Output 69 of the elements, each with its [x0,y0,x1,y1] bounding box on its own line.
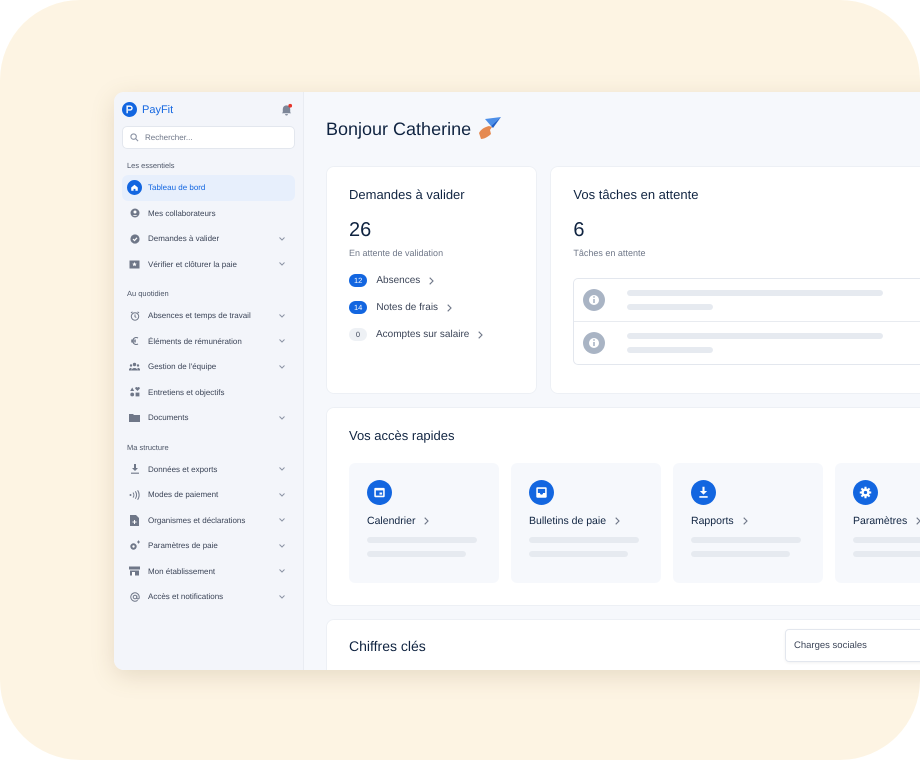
quick-access-tile[interactable]: Bulletins de paie [511,463,661,583]
request-count: 26 [349,219,372,242]
check-badge-icon [130,234,140,244]
nav-item[interactable]: Modes de paiement [122,482,295,508]
quick-access-tile[interactable]: Paramètres [835,463,920,583]
ticket-icon [129,260,140,269]
nav-item[interactable]: Tableau de bord [122,175,295,200]
tile-label: Bulletins de paie [529,515,606,527]
search-field[interactable]: Rechercher... [122,126,295,149]
tile-label: Calendrier [367,515,416,527]
request-link[interactable]: Acomptes sur salaire [376,329,470,340]
gear-icon [128,540,140,552]
nav-item[interactable]: Mes collaborateurs [122,200,295,226]
hand-with-paper-plane-icon [477,117,504,141]
home-icon [127,180,142,196]
shapes-icon [130,387,140,398]
select-field[interactable]: Charges sociales [785,629,920,662]
request-link[interactable]: Notes de frais [376,302,438,313]
at-sign-icon [130,592,140,602]
nav-item[interactable]: Absences et temps de travail [122,303,295,328]
chevron-right-icon [916,517,920,525]
card-title: Demandes à valider [349,187,466,202]
team-icon [129,362,140,372]
request-link[interactable]: Absences [376,275,420,286]
contactless-icon [129,490,140,500]
chevron-right-icon [429,276,434,284]
euro-icon [130,336,140,346]
count-caption: En attente de validation [349,248,444,258]
nav-item[interactable]: Vérifier et clôturer la paie [122,252,295,277]
logo-icon [122,102,137,117]
chevron-right-icon [742,517,748,525]
inbox-icon [529,480,554,505]
nav-item[interactable]: Paramètres de paie [122,533,295,558]
user-icon [130,208,140,218]
chevron-right-icon [424,517,430,525]
alarm-clock-icon [130,310,140,321]
folder-icon [129,413,140,422]
nav-item[interactable]: Données et exports [122,456,295,482]
tile-label: Rapports [691,515,734,527]
chevron-right-icon [447,304,452,312]
chevron-right-icon [615,517,620,525]
quick-access-tile[interactable]: Rapports [673,463,823,583]
calendar-icon [367,480,392,505]
card-title: Vos accès rapides [349,428,456,443]
greeting: Bonjour Catherine [326,118,472,140]
download-icon [691,480,716,505]
nav-item[interactable]: Documents [122,405,295,430]
download-icon [130,464,140,474]
brand-name: PayFit [142,104,174,116]
count-caption: Tâches en attente [573,248,646,258]
task-count: 6 [573,219,586,242]
nav-item[interactable]: Mon établissement [122,558,295,584]
store-icon [129,566,140,576]
tile-label: Paramètres [853,515,908,527]
nav-item[interactable]: Gestion de l'équipe [122,354,295,380]
nav-item[interactable]: Organismes et déclarations [122,508,295,533]
file-icon [130,514,139,526]
nav-item[interactable]: Accès et notifications [122,584,295,610]
bell-icon[interactable] [280,103,293,116]
nav-item[interactable]: Éléments de rémunération [122,328,295,354]
info-icon [583,332,606,354]
nav-item[interactable]: Entretiens et objectifs [122,380,295,405]
chevron-right-icon [478,330,484,338]
nav-item[interactable]: Demandes à valider [122,226,295,252]
card-title: Vos tâches en attente [573,187,700,202]
settings-icon [853,480,878,505]
quick-access-tile[interactable]: Calendrier [349,463,499,583]
info-icon [583,289,606,311]
card-title: Chiffres clés [349,638,426,654]
